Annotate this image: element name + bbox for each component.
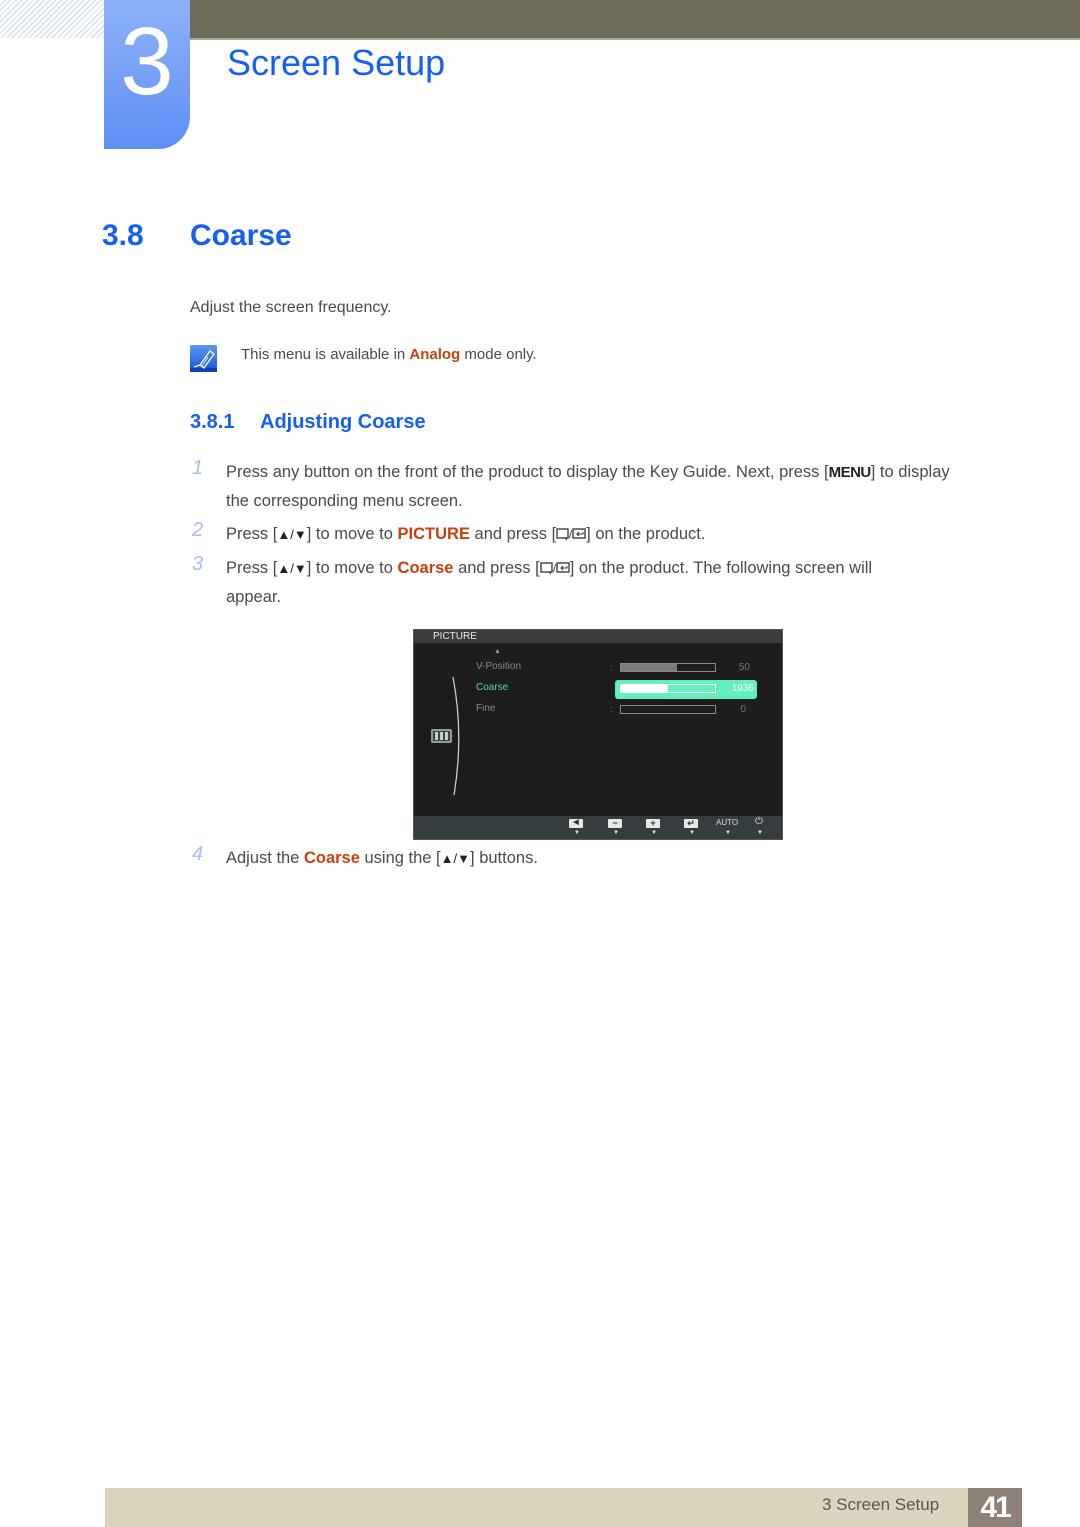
osd-bar-fill: [621, 685, 668, 692]
up-arrow-icon: ▲: [277, 527, 291, 542]
chapter-title: Screen Setup: [227, 42, 446, 83]
osd-down-marker: ▼: [689, 830, 695, 836]
osd-down-marker: ▼: [757, 830, 763, 836]
menu-key-label: MENU: [828, 464, 872, 481]
minus-icon: −: [612, 818, 618, 828]
page-number: 41: [980, 1491, 1011, 1524]
step-1-text: Press any button on the front of the pro…: [226, 458, 1016, 515]
step-4-text-a: Adjust the: [226, 849, 304, 867]
step-2-number: 2: [192, 519, 204, 541]
step-4-number: 4: [192, 843, 204, 865]
osd-value-fine: 0: [740, 704, 746, 715]
enter-icon: ↵: [687, 818, 695, 828]
source-enter-key-icon: /: [540, 562, 570, 575]
step-2-text-c: and press [: [469, 525, 557, 543]
note-prefix: This menu is available in: [241, 346, 410, 363]
step-2-text-a: Press [: [226, 525, 278, 543]
down-arrow-icon: ▼: [293, 527, 307, 542]
subsection-title: Adjusting Coarse: [260, 411, 426, 433]
osd-bar-fill: [621, 664, 678, 671]
note-text: This menu is available in Analog mode on…: [241, 346, 537, 363]
osd-value-v-position: 50: [738, 662, 750, 673]
power-icon: ⏻: [755, 816, 763, 827]
step-4-text-c: ] buttons.: [470, 849, 538, 867]
osd-colon: :: [610, 683, 613, 693]
osd-menu-title: PICTURE: [433, 631, 477, 642]
left-arrow-icon: ◀: [573, 819, 579, 826]
note-suffix: mode only.: [460, 346, 537, 363]
plus-icon: +: [650, 818, 656, 828]
osd-picture-category-icon: [431, 729, 452, 743]
header-bar: [185, 0, 1080, 38]
step-3-text: Press [▲ / ▼] to move to Coarse and press …: [226, 554, 1016, 611]
osd-value-coarse: 1936: [731, 683, 754, 694]
osd-menu-screenshot: PICTURE ▲ V-Position : 50 Coarse : 1936 …: [413, 629, 783, 840]
step-3-number: 3: [192, 553, 204, 575]
note-highlight-analog: Analog: [409, 346, 461, 363]
osd-auto-label: AUTO: [716, 818, 739, 827]
header-bar-underline: [185, 38, 1080, 40]
step-1-number: 1: [192, 457, 204, 479]
osd-left-button: ◀: [569, 819, 583, 828]
step-4-text-b: using the [: [359, 849, 441, 867]
osd-header: PICTURE: [414, 630, 782, 643]
osd-enter-button: ↵: [684, 818, 698, 828]
osd-key-guide: ◀ ▼ − ▼ + ▼ ↵ ▼ AUTO ▼ ⏻ ▼: [414, 816, 782, 839]
step-3-text-c: and press [: [453, 559, 540, 577]
step-3-text-line2: appear.: [226, 588, 282, 606]
header-hatch-decoration: [0, 0, 105, 38]
step-2-highlight-picture: PICTURE: [397, 525, 470, 543]
osd-bar-v-position: [620, 663, 716, 672]
subsection-number: 3.8.1: [190, 411, 235, 433]
step-3-text-d: ] on the product. The following screen w…: [569, 559, 873, 577]
section-title: Coarse: [190, 219, 292, 252]
osd-down-marker: ▼: [651, 830, 657, 836]
osd-item-coarse: Coarse: [476, 682, 509, 693]
osd-item-fine: Fine: [476, 703, 496, 714]
down-arrow-icon: ▼: [293, 561, 307, 576]
step-1-text-a: Press any button on the front of the pro…: [226, 463, 829, 481]
step-2-text-d: ] on the product.: [586, 525, 706, 543]
osd-bar-coarse: [620, 684, 716, 693]
osd-item-v-position: V-Position: [476, 661, 522, 672]
osd-down-marker: ▼: [613, 830, 619, 836]
osd-arc-decoration: [452, 676, 460, 796]
section-number: 3.8: [102, 219, 144, 252]
up-arrow-icon: ▲: [277, 561, 291, 576]
step-3-text-a: Press [: [226, 559, 278, 577]
osd-colon: :: [610, 662, 613, 672]
step-4-highlight-coarse: Coarse: [303, 849, 360, 867]
osd-scroll-up-icon: ▲: [494, 648, 501, 655]
step-1-text-b: ] to display: [870, 463, 950, 481]
osd-colon: :: [610, 704, 613, 714]
osd-bar-fine: [620, 705, 716, 714]
step-2-text-b: ] to move to: [306, 525, 398, 543]
section-intro: Adjust the screen frequency.: [190, 299, 392, 316]
footer-chapter-label: 3 Screen Setup: [822, 1495, 940, 1514]
chapter-number: 3: [120, 8, 174, 115]
note-pencil-icon: [190, 345, 217, 372]
osd-down-marker: ▼: [574, 830, 580, 836]
step-2-text: Press [▲ / ▼] to move to PICTURE and press…: [226, 520, 1016, 549]
down-arrow-icon: ▼: [457, 851, 471, 866]
up-arrow-icon: ▲: [440, 851, 454, 866]
step-3-highlight-coarse: Coarse: [397, 559, 454, 577]
source-enter-key-icon: /: [556, 528, 586, 541]
step-4-text: Adjust the Coarse using the [▲/▼] button…: [226, 844, 1016, 873]
step-1-text-line2: the corresponding menu screen.: [226, 492, 463, 510]
osd-minus-button: −: [608, 818, 622, 828]
osd-down-marker: ▼: [725, 830, 731, 836]
osd-plus-button: +: [646, 818, 660, 828]
step-3-text-b: ] to move to: [306, 559, 398, 577]
